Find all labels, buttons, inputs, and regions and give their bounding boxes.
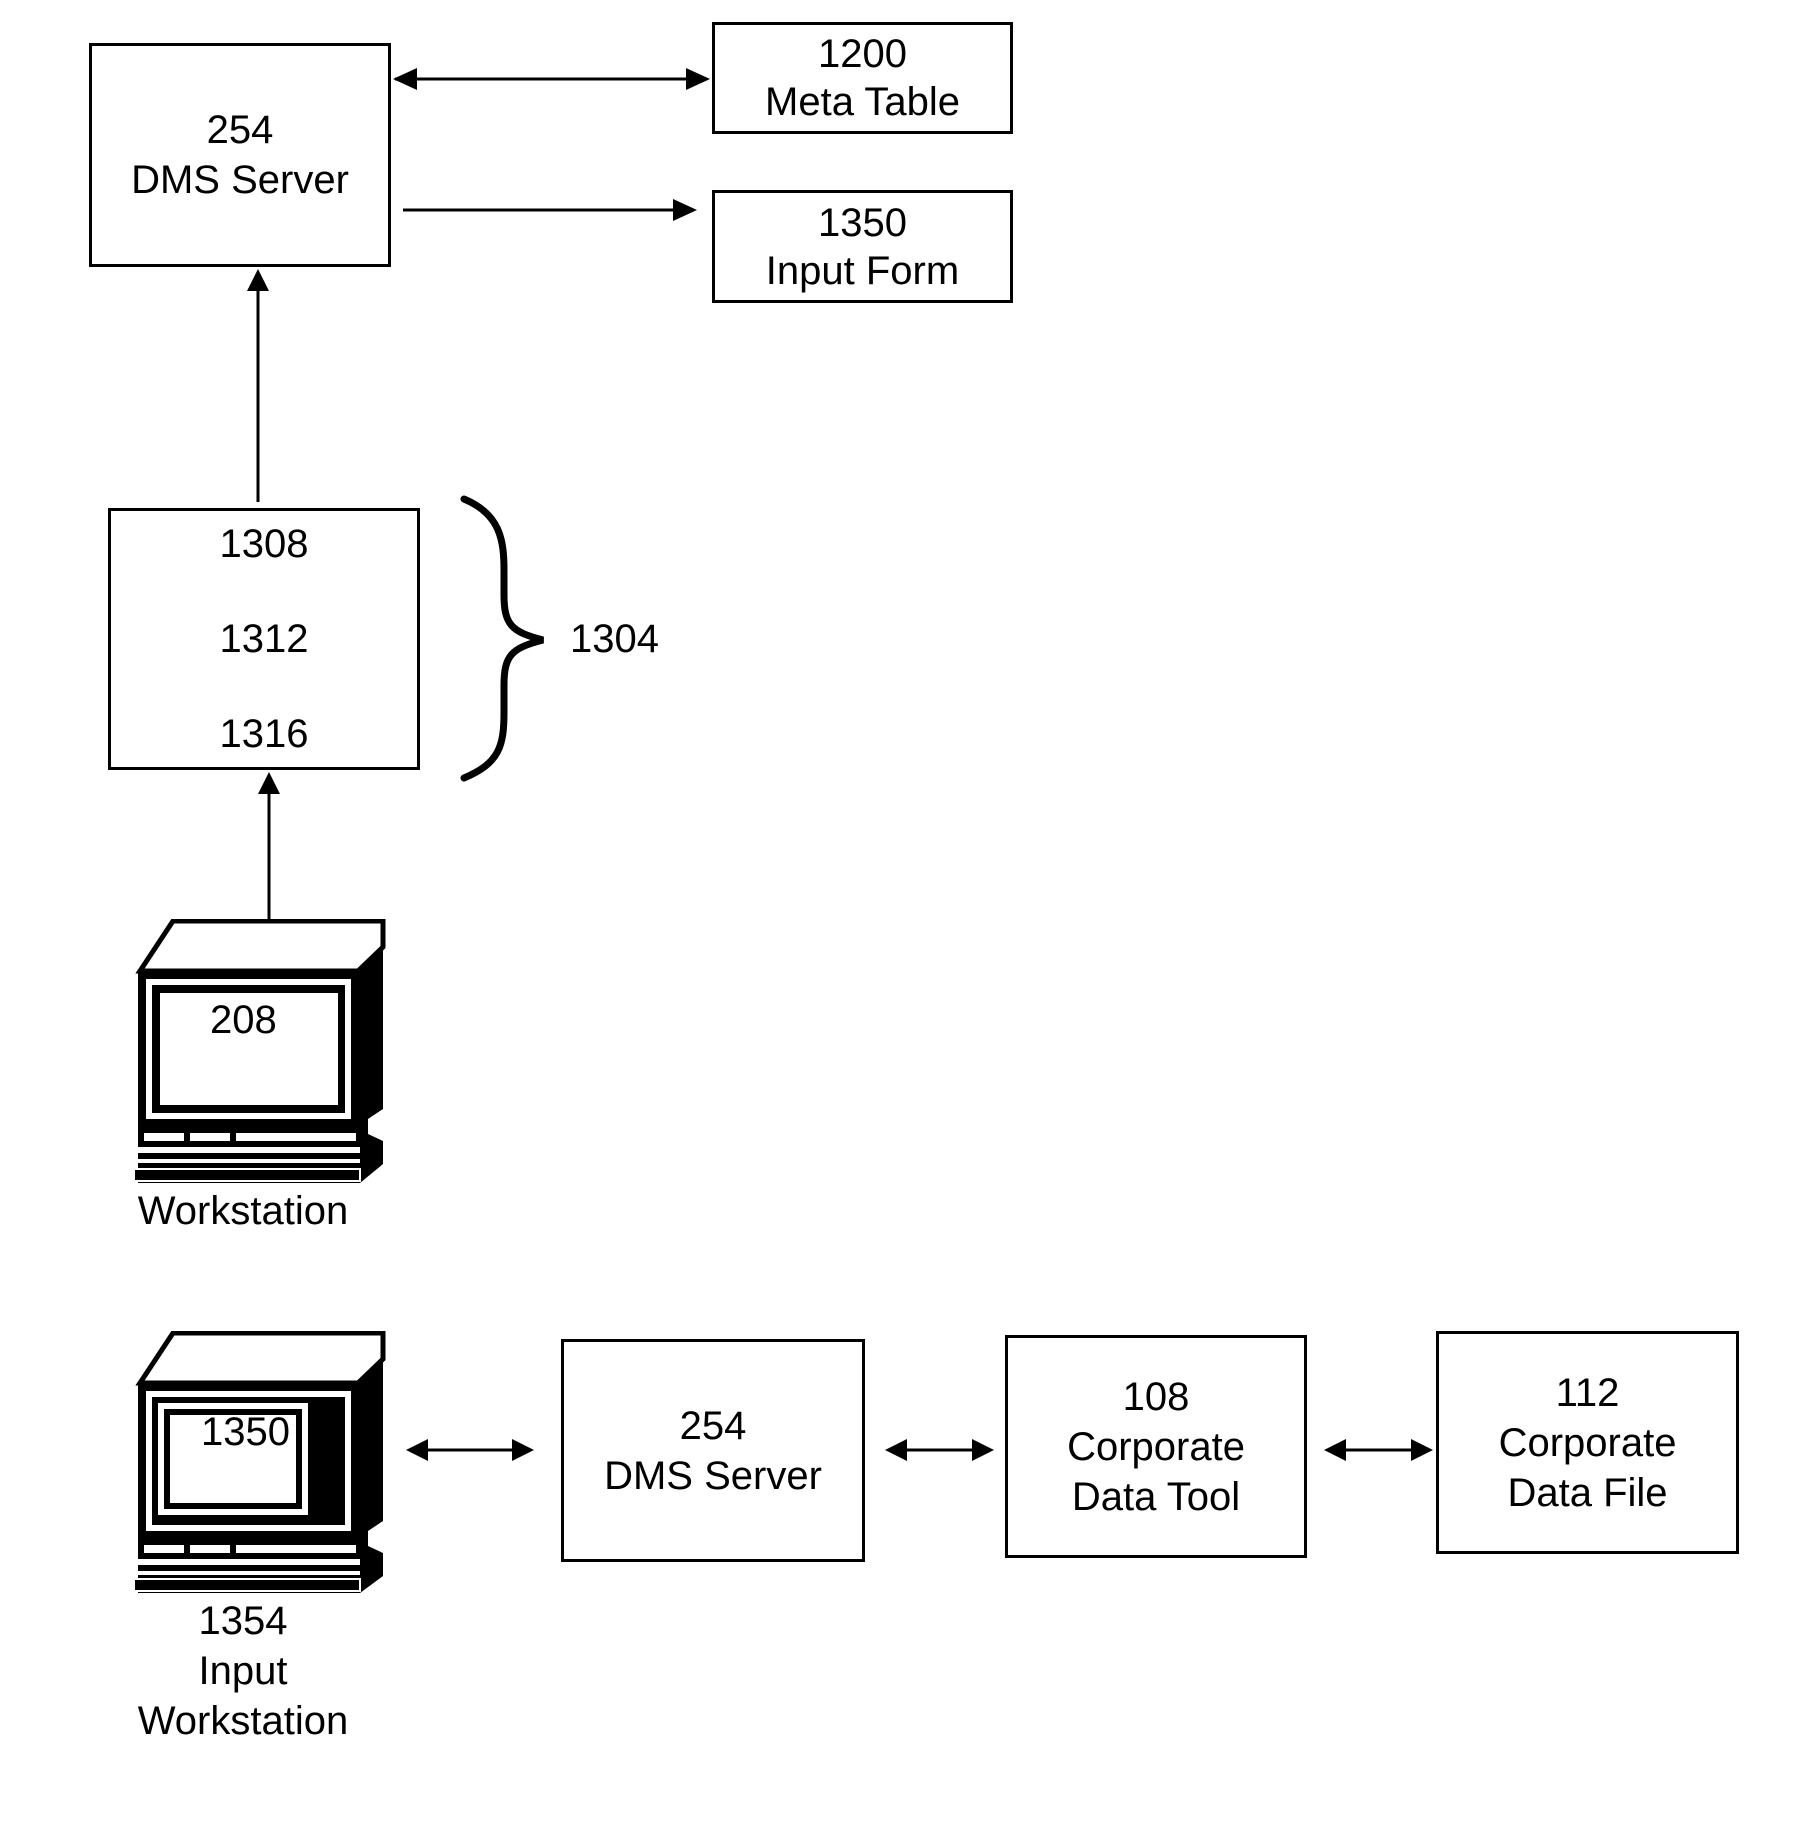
input-form-number: 1350 [818, 200, 907, 245]
input-workstation-name-line1: Input [198, 1649, 288, 1693]
dms-server-number: 254 [206, 108, 274, 152]
arrowhead-right [512, 1439, 534, 1461]
arrowhead-right [686, 68, 710, 90]
brace-1304 [460, 495, 557, 782]
corporate-data-tool-name-line2: Data Tool [1071, 1474, 1241, 1519]
arrowhead-left [1324, 1439, 1346, 1461]
meta-table-number: 1200 [818, 32, 907, 76]
component-1316: 1316 [219, 712, 309, 756]
corporate-data-file-number: 112 [1555, 1370, 1620, 1415]
arrowhead-right [673, 199, 697, 221]
arrowhead-right [1411, 1439, 1433, 1461]
dms-server-name: DMS Server [604, 1453, 822, 1498]
corporate-data-tool-box: 108 Corporate Data Tool [1005, 1335, 1307, 1558]
workstation-label: Workstation [137, 1189, 349, 1233]
input-workstation-name-line2: Workstation [137, 1699, 349, 1743]
arrowhead-left [406, 1439, 428, 1461]
input-workstation-computer-icon [133, 1331, 386, 1593]
component-1312: 1312 [219, 617, 309, 661]
corporate-data-tool-name-line1: Corporate [1067, 1424, 1245, 1469]
input-workstation-screen-label: 1350 [201, 1410, 290, 1454]
input-form-box: 1350 Input Form [712, 190, 1013, 303]
input-workstation-number: 1354 [198, 1599, 288, 1643]
dms-server-box-bottom: 254 DMS Server [561, 1339, 865, 1562]
workstation-screen-label: 208 [210, 998, 277, 1042]
component-group-box: 1308 1312 1316 [108, 508, 420, 770]
brace-label: 1304 [570, 617, 659, 661]
input-form-name: Input Form [765, 248, 960, 293]
arrowhead-up [258, 772, 280, 794]
arrowhead-left [393, 68, 417, 90]
arrowhead-left [885, 1439, 907, 1461]
corporate-data-file-box: 112 Corporate Data File [1436, 1331, 1739, 1554]
corporate-data-file-name-line2: Data File [1507, 1470, 1668, 1515]
dms-server-box-top: 254 DMS Server [89, 43, 391, 267]
arrowhead-right [972, 1439, 994, 1461]
corporate-data-tool-number: 108 [1122, 1374, 1190, 1419]
dms-server-number: 254 [679, 1403, 747, 1448]
dms-server-name: DMS Server [131, 158, 349, 202]
meta-table-box: 1200 Meta Table [712, 22, 1013, 134]
component-1308: 1308 [219, 522, 309, 566]
workstation-computer-icon [133, 919, 386, 1183]
arrowhead-up [247, 269, 269, 291]
meta-table-name: Meta Table [765, 80, 960, 124]
corporate-data-file-name-line1: Corporate [1498, 1420, 1677, 1465]
